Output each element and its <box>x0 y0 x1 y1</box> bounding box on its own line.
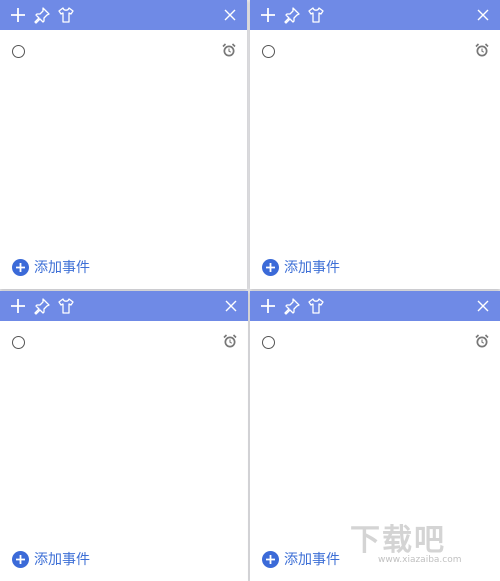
task-row <box>0 321 248 361</box>
alarm-clock-icon[interactable] <box>221 42 237 58</box>
add-event-label: 添加事件 <box>284 260 340 276</box>
plus-icon[interactable] <box>7 295 29 317</box>
pin-icon[interactable] <box>281 295 303 317</box>
watermark-logo: 下载吧 <box>350 523 446 558</box>
shirt-icon[interactable] <box>55 295 77 317</box>
task-row <box>250 30 500 70</box>
add-event-button[interactable]: 添加事件 <box>12 549 90 569</box>
close-icon[interactable] <box>220 295 242 317</box>
note-titlebar[interactable] <box>0 0 247 30</box>
add-circle-icon <box>262 550 279 568</box>
site-watermark: 下载吧 www.xiazaiba.com <box>350 515 470 575</box>
note-titlebar[interactable] <box>0 291 248 321</box>
plus-icon[interactable] <box>7 4 29 26</box>
add-event-button[interactable]: 添加事件 <box>262 549 340 569</box>
pin-icon[interactable] <box>281 4 303 26</box>
task-row <box>250 321 500 361</box>
plus-icon[interactable] <box>257 4 279 26</box>
shirt-icon[interactable] <box>305 4 327 26</box>
add-event-label: 添加事件 <box>34 552 90 568</box>
alarm-clock-icon[interactable] <box>474 333 490 349</box>
pin-icon[interactable] <box>31 295 53 317</box>
add-event-label: 添加事件 <box>34 260 90 276</box>
plus-icon[interactable] <box>257 295 279 317</box>
close-icon[interactable] <box>472 295 494 317</box>
shirt-icon[interactable] <box>55 4 77 26</box>
close-icon[interactable] <box>472 4 494 26</box>
alarm-clock-icon[interactable] <box>474 42 490 58</box>
add-circle-icon <box>12 550 29 568</box>
sticky-note: 添加事件 下载吧 www.xiazaiba.com <box>250 291 500 581</box>
pin-icon[interactable] <box>31 4 53 26</box>
sticky-note: 添加事件 <box>0 291 248 581</box>
add-event-button[interactable]: 添加事件 <box>12 257 90 277</box>
add-event-button[interactable]: 添加事件 <box>262 257 340 277</box>
add-event-label: 添加事件 <box>284 552 340 568</box>
sticky-note: 添加事件 <box>0 0 247 289</box>
task-checkbox[interactable] <box>12 45 25 58</box>
task-checkbox[interactable] <box>262 45 275 58</box>
add-circle-icon <box>262 258 279 276</box>
task-checkbox[interactable] <box>262 336 275 349</box>
note-titlebar[interactable] <box>250 0 500 30</box>
shirt-icon[interactable] <box>305 295 327 317</box>
alarm-clock-icon[interactable] <box>222 333 238 349</box>
task-checkbox[interactable] <box>12 336 25 349</box>
add-circle-icon <box>12 258 29 276</box>
sticky-note: 添加事件 <box>250 0 500 289</box>
close-icon[interactable] <box>219 4 241 26</box>
note-titlebar[interactable] <box>250 291 500 321</box>
task-row <box>0 30 247 70</box>
